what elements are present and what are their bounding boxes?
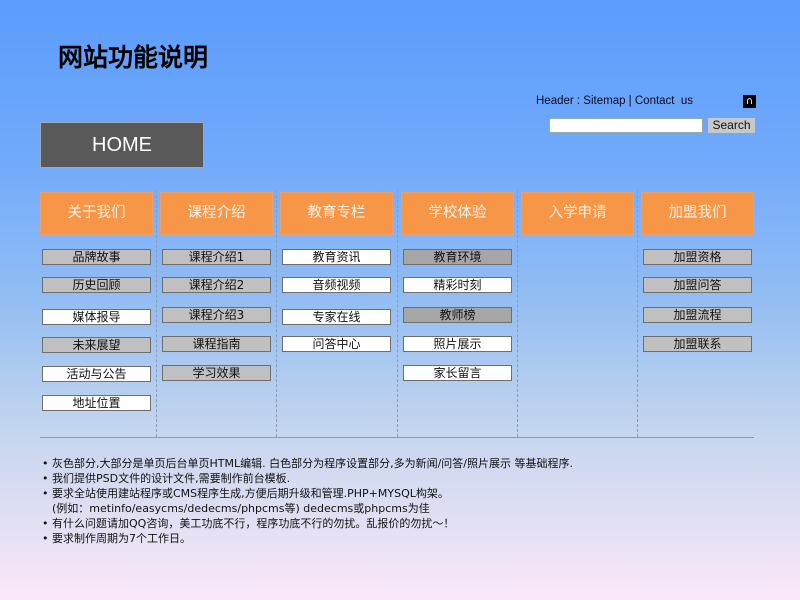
nav-baseline [40,437,754,438]
sub-item-guestbook[interactable]: 家长留言 [403,365,512,381]
note-text: 要求全站使用建站程序或CMS程序生成,方便后期升级和管理.PHP+MYSQL构架… [52,487,449,500]
column-divider [637,190,638,437]
sub-item-experts[interactable]: 专家在线 [282,309,391,325]
note-item: • 要求全站使用建站程序或CMS程序生成,方便后期升级和管理.PHP+MYSQL构… [42,486,782,501]
bullet: • [42,472,49,485]
sub-item-join-contact[interactable]: 加盟联系 [643,336,752,352]
nav-tab-courses[interactable]: 课程介绍 [160,192,273,235]
search-input[interactable] [549,118,703,133]
sub-item-course-2[interactable]: 课程介绍2 [162,277,271,293]
sub-item-teachers[interactable]: 教师榜 [403,307,512,323]
header-links-text[interactable]: Header : Sitemap | Contact us [536,95,693,107]
nav-tab-education[interactable]: 教育专栏 [280,192,393,235]
note-item: • 要求制作周期为7个工作日。 [42,531,782,546]
sub-item-environment[interactable]: 教育环境 [403,249,512,265]
sub-item-media[interactable]: 媒体报导 [42,309,151,325]
column-divider [156,190,157,437]
column-divider [276,190,277,437]
sub-item-join-process[interactable]: 加盟流程 [643,307,752,323]
note-item: (例如：metinfo/easycms/dedecms/phpcms等) ded… [42,501,782,516]
sub-item-join-qualify[interactable]: 加盟资格 [643,249,752,265]
bullet: • [42,517,49,530]
sub-item-course-1[interactable]: 课程介绍1 [162,249,271,265]
note-text: 灰色部分,大部分是单页后台单页HTML编辑. 白色部分为程序设置部分,多为新闻/… [52,457,573,470]
search-button[interactable]: Search [708,118,755,133]
sub-item-course-guide[interactable]: 课程指南 [162,336,271,352]
sub-item-av[interactable]: 音频视频 [282,277,391,293]
nav-tab-admission[interactable]: 入学申请 [521,192,634,235]
sub-item-course-3[interactable]: 课程介绍3 [162,307,271,323]
note-item: • 有什么问题请加QQ咨询，美工功底不行，程序功底不行的勿扰。乱报价的勿扰～！ [42,516,782,531]
note-text: 有什么问题请加QQ咨询，美工功底不行，程序功底不行的勿扰。乱报价的勿扰～！ [52,517,455,530]
headset-icon[interactable]: ∩ [743,95,756,108]
nav-tab-school[interactable]: 学校体验 [401,192,514,235]
bullet: • [42,487,49,500]
sub-item-qa-center[interactable]: 问答中心 [282,336,391,352]
notes-list: • 灰色部分,大部分是单页后台单页HTML编辑. 白色部分为程序设置部分,多为新闻… [42,456,782,546]
sub-item-edu-news[interactable]: 教育资讯 [282,249,391,265]
sub-item-events[interactable]: 活动与公告 [42,366,151,382]
nav-tab-about[interactable]: 关于我们 [40,192,153,235]
note-text: (例如：metinfo/easycms/dedecms/phpcms等) ded… [52,502,430,515]
column-divider [397,190,398,437]
sub-item-address[interactable]: 地址位置 [42,395,151,411]
sub-item-join-qa[interactable]: 加盟问答 [643,277,752,293]
sub-item-brand-story[interactable]: 品牌故事 [42,249,151,265]
sub-item-history[interactable]: 历史回顾 [42,277,151,293]
note-text: 我们提供PSD文件的设计文件,需要制作前台模板. [52,472,291,485]
bullet: • [42,457,49,470]
sub-item-photos[interactable]: 照片展示 [403,336,512,352]
sub-item-results[interactable]: 学习效果 [162,365,271,381]
note-text: 要求制作周期为7个工作日。 [52,532,191,545]
column-divider [517,190,518,437]
note-item: • 我们提供PSD文件的设计文件,需要制作前台模板. [42,471,782,486]
note-item: • 灰色部分,大部分是单页后台单页HTML编辑. 白色部分为程序设置部分,多为新闻… [42,456,782,471]
header-links[interactable]: Header : Sitemap | Contact us [536,95,693,107]
nav-tab-join[interactable]: 加盟我们 [641,192,754,235]
sub-item-future[interactable]: 未来展望 [42,337,151,353]
bullet: • [42,532,49,545]
page-title: 网站功能说明 [58,43,209,72]
home-button[interactable]: HOME [40,122,204,168]
sub-item-moments[interactable]: 精彩时刻 [403,277,512,293]
